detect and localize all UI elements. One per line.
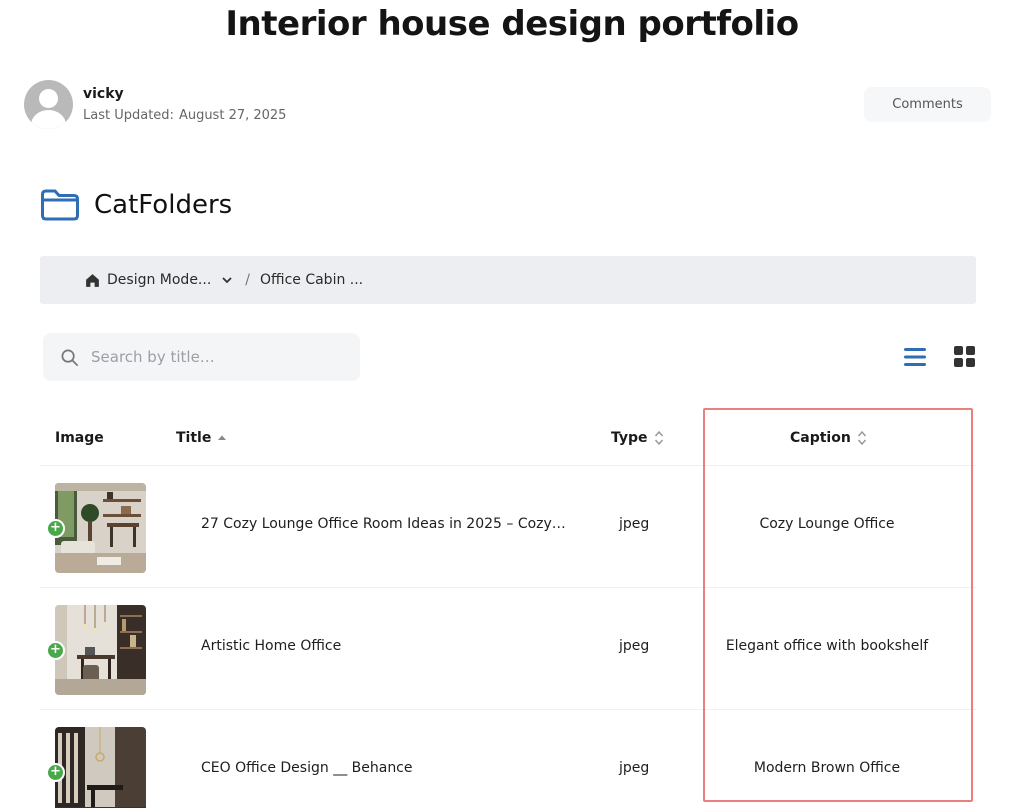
sort-icon bbox=[857, 430, 866, 445]
row-caption: Cozy Lounge Office bbox=[759, 516, 895, 532]
row-type: jpeg bbox=[619, 638, 650, 654]
column-type[interactable]: Type bbox=[611, 429, 664, 447]
thumbnail-image[interactable] bbox=[55, 483, 146, 573]
home-icon[interactable] bbox=[84, 272, 101, 289]
author-block: vicky Last Updated: August 27, 2025 bbox=[24, 80, 286, 129]
search-bar bbox=[43, 333, 360, 381]
column-image: Image bbox=[55, 429, 104, 446]
author-meta: vicky Last Updated: August 27, 2025 bbox=[83, 86, 286, 123]
column-title[interactable]: Title bbox=[176, 430, 228, 446]
breadcrumb-separator: / bbox=[245, 272, 251, 288]
folder-icon bbox=[41, 189, 79, 221]
search-icon bbox=[61, 349, 78, 366]
row-caption: Modern Brown Office bbox=[753, 760, 901, 776]
table-row[interactable]: + 27 Cozy Lounge Office Room Ideas in 20… bbox=[40, 466, 976, 588]
last-updated: Last Updated: August 27, 2025 bbox=[83, 108, 286, 123]
thumbnail-image[interactable] bbox=[55, 605, 146, 695]
thumbnail-image[interactable] bbox=[55, 727, 146, 808]
table-body: + 27 Cozy Lounge Office Room Ideas in 20… bbox=[40, 466, 976, 808]
row-title[interactable]: CEO Office Design __ Behance bbox=[201, 760, 581, 776]
avatar bbox=[24, 80, 73, 129]
folders-title: CatFolders bbox=[94, 190, 233, 220]
column-caption[interactable]: Caption bbox=[790, 429, 867, 447]
add-icon[interactable]: + bbox=[46, 641, 65, 660]
folders-header: CatFolders bbox=[40, 188, 232, 222]
breadcrumb: Design Mode... / Office Cabin ... bbox=[40, 256, 976, 304]
column-type-label: Type bbox=[611, 429, 648, 446]
row-caption: Elegant office with bookshelf bbox=[725, 638, 929, 654]
grid-view-icon[interactable] bbox=[953, 345, 976, 368]
list-view-icon[interactable] bbox=[903, 345, 927, 369]
table-row[interactable]: + Artistic Home Office jpeg Elegant offi… bbox=[40, 588, 976, 710]
comments-button[interactable]: Comments bbox=[864, 87, 991, 122]
add-icon[interactable]: + bbox=[46, 519, 65, 538]
page-title: Interior house design portfolio bbox=[225, 4, 799, 44]
breadcrumb-item-design-mode[interactable]: Design Mode... bbox=[107, 272, 211, 288]
column-title-label: Title bbox=[176, 429, 212, 446]
sort-ascending-icon bbox=[218, 435, 227, 440]
files-table: Image Title Type Caption + 27 Cozy Loung… bbox=[40, 410, 976, 808]
chevron-down-icon[interactable] bbox=[221, 274, 233, 286]
table-header: Image Title Type Caption bbox=[40, 410, 976, 466]
author-name[interactable]: vicky bbox=[83, 86, 286, 102]
sort-icon bbox=[654, 430, 663, 445]
column-caption-label: Caption bbox=[790, 429, 851, 446]
row-type: jpeg bbox=[619, 760, 650, 776]
last-updated-label: Last Updated: bbox=[83, 108, 174, 123]
add-icon[interactable]: + bbox=[46, 763, 65, 782]
last-updated-date: August 27, 2025 bbox=[178, 108, 287, 123]
search-input[interactable] bbox=[91, 348, 341, 366]
row-title[interactable]: 27 Cozy Lounge Office Room Ideas in 2025… bbox=[201, 516, 581, 532]
breadcrumb-item-office-cabin[interactable]: Office Cabin ... bbox=[260, 272, 363, 288]
table-row[interactable]: + CEO Office Design __ Behance jpeg Mode… bbox=[40, 710, 976, 808]
row-type: jpeg bbox=[619, 516, 650, 532]
row-title[interactable]: Artistic Home Office bbox=[201, 638, 581, 654]
